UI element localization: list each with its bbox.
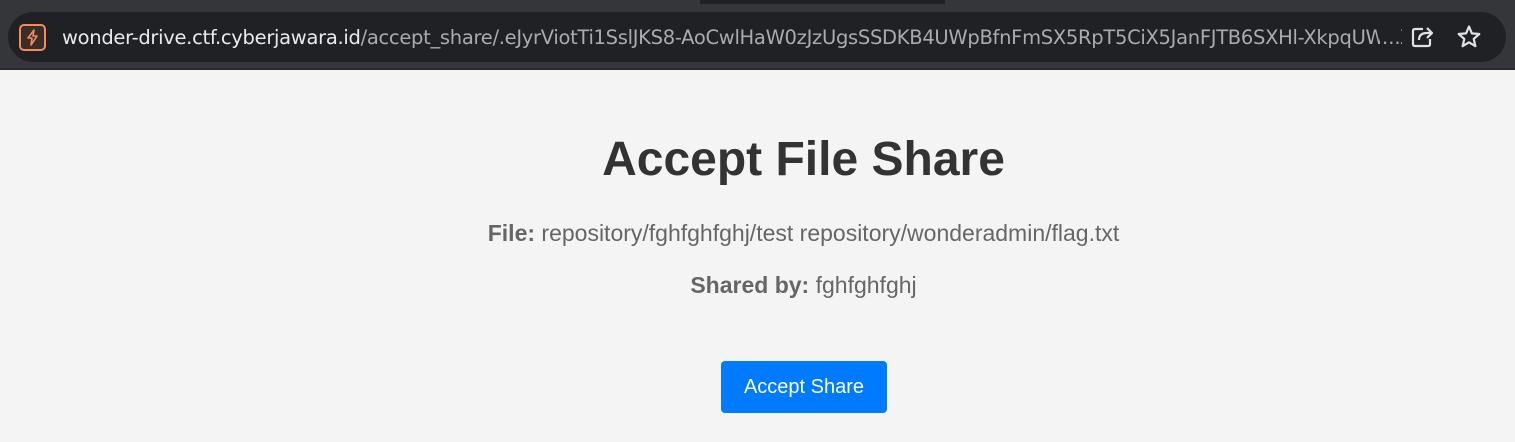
url-path: /accept_share/.eJyrViotTi1SslJKS8-AoCwlH…	[360, 26, 1402, 49]
url-text[interactable]: wonder-drive.ctf.cyberjawara.id/accept_s…	[62, 24, 1402, 52]
share-icon[interactable]	[1408, 23, 1436, 51]
file-info: File: repository/fghfghfghj/test reposit…	[0, 219, 1515, 247]
url-host: wonder-drive.ctf.cyberjawara.id	[62, 26, 361, 49]
shared-by-info: Shared by: fghfghfghj	[0, 271, 1515, 299]
page-title: Accept File Share	[602, 133, 1005, 186]
shared-by-user: fghfghfghj	[815, 272, 917, 298]
file-label: File:	[487, 220, 536, 246]
shared-by-label: Shared by:	[690, 272, 810, 298]
toolbar-divider	[0, 68, 1515, 70]
browser-toolbar: wonder-drive.ctf.cyberjawara.id/accept_s…	[0, 0, 1515, 70]
inactive-tab-edge	[945, 0, 1515, 4]
accept-share-button[interactable]: Accept Share	[721, 361, 887, 413]
file-path: repository/fghfghfghj/test repository/wo…	[541, 220, 1120, 246]
site-security-icon[interactable]	[19, 24, 46, 51]
url-ellipsis: ...	[1380, 24, 1401, 52]
inactive-tab-edge	[0, 0, 700, 4]
star-icon[interactable]	[1455, 23, 1483, 51]
